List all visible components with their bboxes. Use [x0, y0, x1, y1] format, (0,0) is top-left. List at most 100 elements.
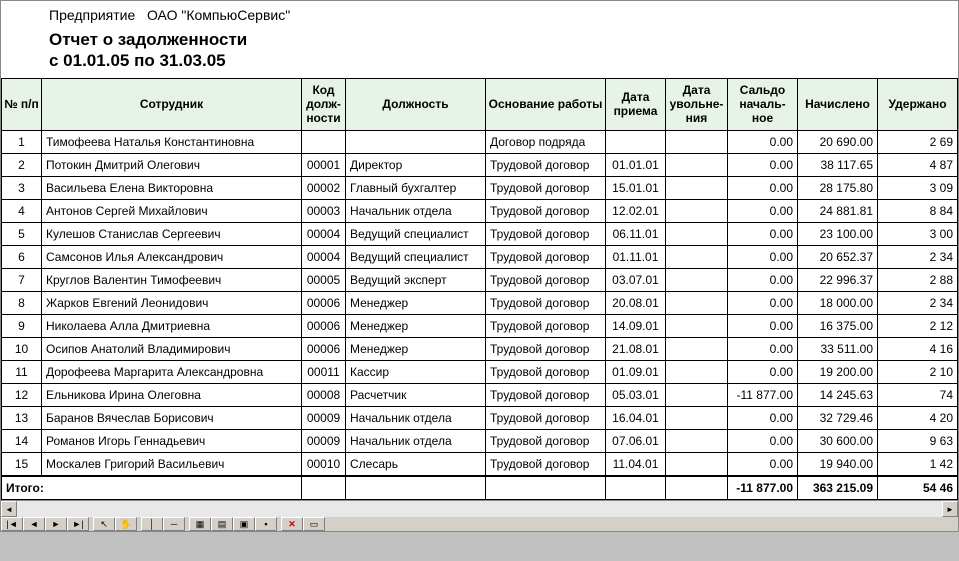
th-accrued: Начислено: [798, 78, 878, 130]
hand-icon[interactable]: ✋: [115, 517, 137, 531]
cell-num: 8: [2, 291, 42, 314]
totals-label: Итого:: [2, 476, 302, 500]
table-icon[interactable]: ▤: [211, 517, 233, 531]
table-row[interactable]: 2Потокин Дмитрий Олегович00001ДиректорТр…: [2, 153, 958, 176]
cell-hire: 01.11.01: [606, 245, 666, 268]
cell-fire: [666, 291, 728, 314]
table-row[interactable]: 14Романов Игорь Геннадьевич00009Начальни…: [2, 429, 958, 452]
cell-accrued: 22 996.37: [798, 268, 878, 291]
nav-first-icon[interactable]: |◄: [1, 517, 23, 531]
cell-fire: [666, 337, 728, 360]
table-row[interactable]: 8Жарков Евгений Леонидович00006МенеджерТ…: [2, 291, 958, 314]
scroll-right-arrow-icon[interactable]: ►: [942, 501, 958, 517]
cell-num: 5: [2, 222, 42, 245]
cell-code: [302, 130, 346, 153]
check-icon[interactable]: ▭: [303, 517, 325, 531]
cell-accrued: 14 245.63: [798, 383, 878, 406]
cell-code: 00006: [302, 337, 346, 360]
cell-employee: Жарков Евгений Леонидович: [42, 291, 302, 314]
table-row[interactable]: 12Ельникова Ирина Олеговна00008Расчетчик…: [2, 383, 958, 406]
cell-position: Кассир: [346, 360, 486, 383]
cursor-icon[interactable]: ↖: [93, 517, 115, 531]
cell-accrued: 20 690.00: [798, 130, 878, 153]
cell-position: [346, 130, 486, 153]
table-row[interactable]: 13Баранов Вячеслав Борисович00009Начальн…: [2, 406, 958, 429]
cell-hire: 14.09.01: [606, 314, 666, 337]
cell-code: 00006: [302, 314, 346, 337]
scroll-left-arrow-icon[interactable]: ◄: [1, 501, 17, 517]
cell-opening: 0.00: [728, 245, 798, 268]
cell-opening: 0.00: [728, 452, 798, 476]
cell-employee: Осипов Анатолий Владимирович: [42, 337, 302, 360]
cell-employee: Самсонов Илья Александрович: [42, 245, 302, 268]
cell-hire: 01.01.01: [606, 153, 666, 176]
th-fire: Дата увольне-ния: [666, 78, 728, 130]
scroll-track[interactable]: [17, 501, 942, 517]
hline-icon[interactable]: ─: [163, 517, 185, 531]
cell-num: 11: [2, 360, 42, 383]
grid-icon[interactable]: ▦: [189, 517, 211, 531]
cell-employee: Васильева Елена Викторовна: [42, 176, 302, 199]
cell-withheld: 4 87: [878, 153, 958, 176]
enterprise-name: ОАО "КомпьюСервис": [147, 7, 290, 23]
cell-withheld: 1 42: [878, 452, 958, 476]
cell-position: Директор: [346, 153, 486, 176]
props-icon[interactable]: ▣: [233, 517, 255, 531]
cell-basis: Трудовой договор: [486, 383, 606, 406]
table-row[interactable]: 5Кулешов Станислав Сергеевич00004Ведущий…: [2, 222, 958, 245]
cell-accrued: 24 881.81: [798, 199, 878, 222]
cell-fire: [666, 222, 728, 245]
table-row[interactable]: 6Самсонов Илья Александрович00004Ведущий…: [2, 245, 958, 268]
table-row[interactable]: 3Васильева Елена Викторовна00002Главный …: [2, 176, 958, 199]
cell-hire: 01.09.01: [606, 360, 666, 383]
cell-fire: [666, 199, 728, 222]
cell-withheld: 3 00: [878, 222, 958, 245]
cell-opening: 0.00: [728, 314, 798, 337]
tool-icon[interactable]: ▪: [255, 517, 277, 531]
nav-prev-icon[interactable]: ◄: [23, 517, 45, 531]
cell-num: 12: [2, 383, 42, 406]
cell-accrued: 28 175.80: [798, 176, 878, 199]
cell-basis: Трудовой договор: [486, 406, 606, 429]
vline-icon[interactable]: │: [141, 517, 163, 531]
cell-code: 00009: [302, 406, 346, 429]
cell-opening: 0.00: [728, 429, 798, 452]
cancel-icon[interactable]: ✕: [281, 517, 303, 531]
th-code: Код долж-ности: [302, 78, 346, 130]
table-row[interactable]: 15Москалев Григорий Васильевич00010Слеса…: [2, 452, 958, 476]
cell-position: Ведущий специалист: [346, 222, 486, 245]
cell-code: 00006: [302, 291, 346, 314]
cell-employee: Москалев Григорий Васильевич: [42, 452, 302, 476]
cell-fire: [666, 360, 728, 383]
cell-hire: 06.11.01: [606, 222, 666, 245]
cell-position: Расчетчик: [346, 383, 486, 406]
cell-employee: Ельникова Ирина Олеговна: [42, 383, 302, 406]
cell-fire: [666, 383, 728, 406]
totals-accrued: 363 215.09: [798, 476, 878, 500]
nav-last-icon[interactable]: ►|: [67, 517, 89, 531]
table-row[interactable]: 4Антонов Сергей Михайлович00003Начальник…: [2, 199, 958, 222]
nav-next-icon[interactable]: ►: [45, 517, 67, 531]
table-row[interactable]: 9Николаева Алла Дмитриевна00006МенеджерТ…: [2, 314, 958, 337]
cell-code: 00009: [302, 429, 346, 452]
table-row[interactable]: 10Осипов Анатолий Владимирович00006Менед…: [2, 337, 958, 360]
cell-hire: 21.08.01: [606, 337, 666, 360]
cell-num: 7: [2, 268, 42, 291]
cell-num: 9: [2, 314, 42, 337]
cell-position: Слесарь: [346, 452, 486, 476]
th-num: № п/п: [2, 78, 42, 130]
cell-code: 00003: [302, 199, 346, 222]
report-title: Отчет о задолженности: [49, 29, 958, 50]
table-row[interactable]: 1Тимофеева Наталья КонстантиновнаДоговор…: [2, 130, 958, 153]
totals-blank-4: [606, 476, 666, 500]
cell-opening: 0.00: [728, 176, 798, 199]
enterprise-line: Предприятие ОАО "КомпьюСервис": [49, 7, 958, 23]
cell-opening: 0.00: [728, 130, 798, 153]
table-row[interactable]: 7Круглов Валентин Тимофеевич00005Ведущий…: [2, 268, 958, 291]
cell-withheld: 4 20: [878, 406, 958, 429]
cell-position: Начальник отдела: [346, 429, 486, 452]
cell-num: 2: [2, 153, 42, 176]
cell-position: Начальник отдела: [346, 199, 486, 222]
table-row[interactable]: 11Дорофеева Маргарита Александровна00011…: [2, 360, 958, 383]
horizontal-scrollbar[interactable]: ◄ ►: [1, 500, 958, 517]
